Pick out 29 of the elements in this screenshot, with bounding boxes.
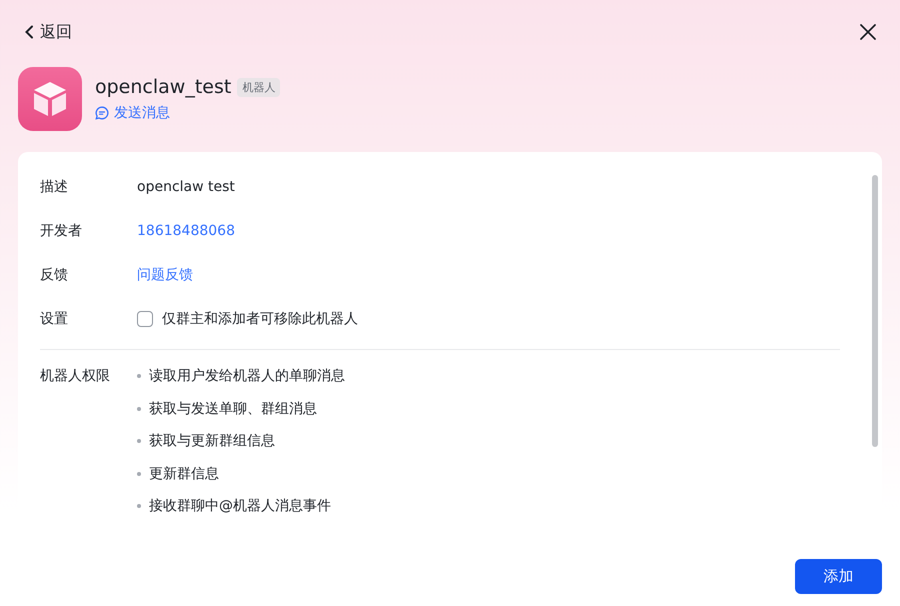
bullet-icon — [137, 374, 141, 378]
permission-item: 获取与发送单聊、群组消息 — [149, 400, 317, 418]
permission-item: 读取用户发给机器人的单聊消息 — [149, 367, 345, 386]
detail-value: openclaw test — [137, 179, 236, 195]
chat-bubble-icon — [95, 106, 109, 120]
checkbox[interactable] — [137, 311, 153, 327]
detail-label: 开发者 — [40, 222, 83, 240]
bullet-icon — [137, 504, 141, 508]
detail-link[interactable]: 问题反馈 — [137, 266, 850, 284]
close-icon — [859, 23, 877, 41]
permission-item: 获取与更新群组信息 — [149, 432, 275, 450]
permission-item: 更新群信息 — [149, 464, 219, 483]
permission-item: 接收群聊中@机器人消息事件 — [149, 497, 331, 516]
detail-label: 设置 — [40, 310, 69, 328]
scrollbar-thumb[interactable] — [872, 175, 878, 447]
bullet-icon — [137, 406, 141, 411]
add-button[interactable]: 添加 — [795, 559, 882, 594]
send-message-link[interactable]: 发送消息 — [95, 104, 280, 122]
bot-tag: 机器人 — [237, 78, 280, 96]
bot-name: openclaw_test — [95, 76, 232, 98]
chevron-left-icon — [24, 25, 34, 39]
permissions-label: 机器人权限 — [40, 367, 111, 386]
detail-link[interactable]: 18618488068 — [137, 223, 850, 239]
bullet-icon — [137, 472, 141, 476]
back-link[interactable]: 返回 — [24, 22, 72, 42]
detail-label: 反馈 — [40, 266, 69, 284]
bullet-icon — [137, 439, 141, 444]
checkbox-label: 仅群主和添加者可移除此机器人 — [162, 310, 358, 328]
detail-label: 描述 — [40, 178, 69, 196]
